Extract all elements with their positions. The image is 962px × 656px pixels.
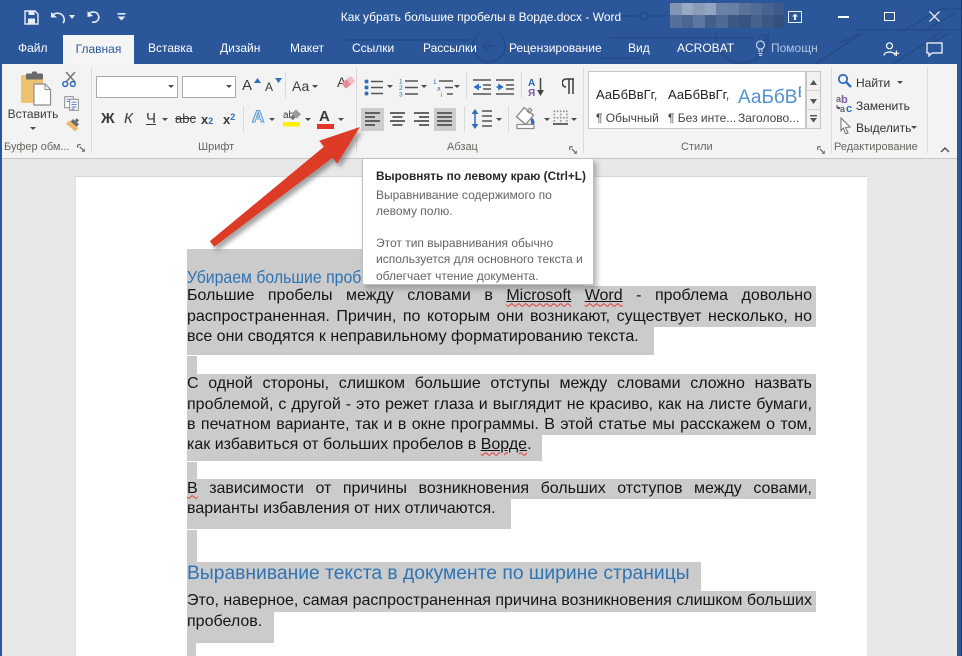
svg-text:3: 3 xyxy=(399,92,403,98)
svg-text:c: c xyxy=(846,103,852,113)
svg-text:i: i xyxy=(441,92,442,97)
svg-text:a: a xyxy=(840,104,845,113)
svg-text:Я: Я xyxy=(528,88,535,97)
